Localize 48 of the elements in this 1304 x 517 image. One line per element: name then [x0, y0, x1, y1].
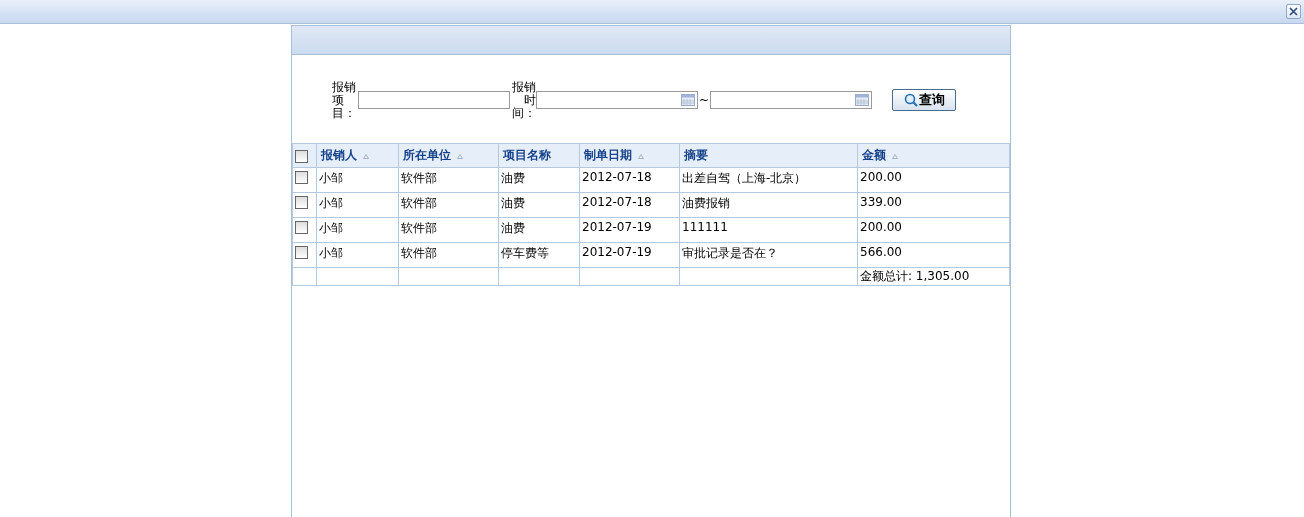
- table-cell: 油费: [498, 217, 580, 243]
- table-cell: 339.00: [857, 192, 1010, 218]
- close-button[interactable]: [1286, 4, 1301, 19]
- table-cell: 软件部: [398, 192, 499, 218]
- column-header[interactable]: 报销人: [316, 143, 399, 168]
- table-cell: 油费: [498, 167, 580, 193]
- field-label: 报销时间：: [511, 80, 536, 120]
- row-checkbox[interactable]: [295, 246, 308, 259]
- table-cell: 停车费等: [498, 242, 580, 268]
- table-cell: 小邹: [316, 167, 399, 193]
- table-cell: 油费报销: [679, 192, 858, 218]
- table-cell: 小邹: [316, 217, 399, 243]
- close-icon: [1289, 7, 1298, 16]
- table-cell: 审批记录是否在？: [679, 242, 858, 268]
- date-field[interactable]: [710, 91, 873, 109]
- column-header[interactable]: 制单日期: [579, 143, 680, 168]
- table-cell: 200.00: [857, 217, 1010, 243]
- table-cell: 软件部: [398, 242, 499, 268]
- table-cell: 566.00: [857, 242, 1010, 268]
- column-header[interactable]: 金额: [857, 143, 1010, 168]
- date-field[interactable]: [536, 91, 698, 109]
- table-cell: 2012-07-19: [579, 242, 680, 268]
- row-checkbox[interactable]: [295, 171, 308, 184]
- search-button[interactable]: 查询: [892, 89, 957, 111]
- row-checkbox[interactable]: [295, 221, 308, 234]
- table-cell: 2012-07-18: [579, 192, 680, 218]
- column-header[interactable]: 项目名称: [498, 143, 580, 168]
- calendar-icon: [855, 94, 870, 106]
- table-cell: 小邹: [316, 242, 399, 268]
- table-cell: 小邹: [316, 192, 399, 218]
- total-cell: 金额总计: 1,305.00: [857, 267, 1010, 286]
- table-cell: 111111: [679, 217, 858, 243]
- column-header[interactable]: 所在单位: [398, 143, 499, 168]
- table-cell: 软件部: [398, 217, 499, 243]
- table-cell: 2012-07-19: [579, 217, 680, 243]
- search-icon: [903, 93, 918, 107]
- calendar-icon: [681, 94, 695, 106]
- range-separator: ~: [699, 93, 710, 107]
- field-label: 报销项目：: [332, 80, 357, 120]
- input-field[interactable]: [358, 91, 510, 109]
- table-cell: 200.00: [857, 167, 1010, 193]
- table-cell: 出差自驾（上海-北京）: [679, 167, 858, 193]
- table-cell: 软件部: [398, 167, 499, 193]
- table-cell: 2012-07-18: [579, 167, 680, 193]
- table-cell: 油费: [498, 192, 580, 218]
- select-all-checkbox[interactable]: [295, 149, 308, 163]
- column-header[interactable]: 摘要: [679, 143, 858, 168]
- row-checkbox[interactable]: [295, 196, 308, 209]
